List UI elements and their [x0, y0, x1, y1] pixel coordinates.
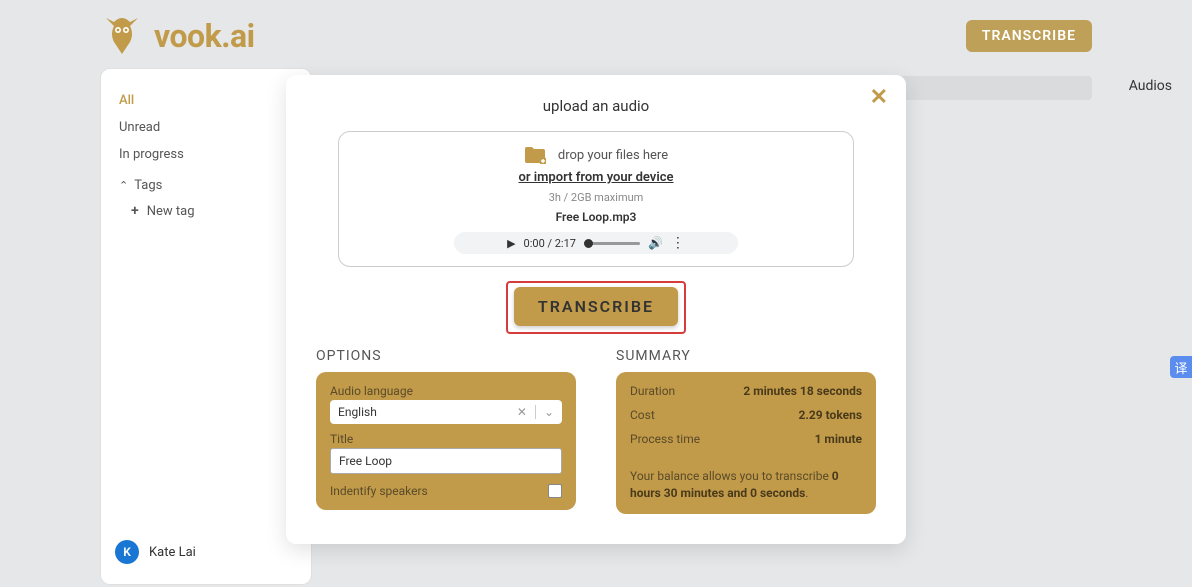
uploaded-filename: Free Loop.mp3: [359, 210, 832, 224]
sidebar-new-tag[interactable]: + New tag: [101, 199, 311, 223]
tags-label: Tags: [134, 178, 162, 193]
audio-time: 0:00 / 2:17: [524, 237, 576, 250]
dropzone[interactable]: drop your files here or import from your…: [338, 131, 853, 267]
tab-audios[interactable]: Audios: [1129, 78, 1172, 94]
clear-icon[interactable]: ✕: [517, 405, 527, 419]
process-time-label: Process time: [630, 432, 700, 446]
process-time-value: 1 minute: [815, 432, 862, 446]
close-icon[interactable]: ✕: [870, 87, 888, 109]
cost-label: Cost: [630, 408, 655, 422]
balance-text: Your balance allows you to transcribe 0 …: [630, 468, 862, 502]
language-select[interactable]: English ✕ ⌄: [330, 400, 562, 424]
drop-text: drop your files here: [558, 148, 668, 163]
sidebar-item-unread[interactable]: Unread: [101, 114, 311, 141]
sidebar-tags-toggle[interactable]: ⌃ Tags: [101, 172, 311, 199]
audio-player: ▶ 0:00 / 2:17 🔊 ⋮: [454, 232, 738, 254]
volume-icon[interactable]: 🔊: [648, 236, 663, 250]
user-account[interactable]: K Kate Lai: [101, 530, 311, 574]
identify-speakers-checkbox[interactable]: [548, 484, 562, 498]
new-tag-label: New tag: [147, 204, 195, 219]
options-panel: OPTIONS Audio language English ✕ ⌄ Title…: [316, 348, 576, 514]
transcribe-highlight-box: TRANSCRIBE: [316, 281, 876, 334]
title-input[interactable]: [330, 448, 562, 474]
import-link[interactable]: or import from your device: [519, 170, 674, 185]
transcribe-button-modal[interactable]: TRANSCRIBE: [514, 287, 678, 326]
owl-icon: [100, 14, 144, 58]
logo[interactable]: vook.ai: [100, 14, 255, 58]
transcribe-button-header[interactable]: TRANSCRIBE: [966, 20, 1092, 52]
user-name: Kate Lai: [149, 545, 196, 560]
avatar: K: [115, 540, 139, 564]
lang-label: Audio language: [330, 384, 562, 398]
sidebar-item-all[interactable]: All: [101, 87, 311, 114]
plus-icon: +: [131, 203, 139, 219]
audio-progress[interactable]: [584, 242, 640, 245]
chevron-up-icon: ⌃: [119, 179, 128, 192]
summary-panel: SUMMARY Duration 2 minutes 18 seconds Co…: [616, 348, 876, 514]
more-icon[interactable]: ⋮: [671, 236, 685, 250]
duration-label: Duration: [630, 384, 675, 398]
options-title: OPTIONS: [316, 348, 576, 364]
modal-panels: OPTIONS Audio language English ✕ ⌄ Title…: [316, 348, 876, 514]
sidebar-item-inprogress[interactable]: In progress: [101, 141, 311, 168]
modal-title: upload an audio: [316, 97, 876, 115]
cost-value: 2.29 tokens: [799, 408, 862, 422]
identify-speakers-label: Indentify speakers: [330, 484, 428, 498]
app-header: vook.ai TRANSCRIBE: [0, 0, 1192, 58]
folder-icon: [524, 146, 546, 164]
title-field-label: Title: [330, 432, 562, 446]
brand-text: vook.ai: [154, 17, 255, 55]
chevron-down-icon[interactable]: ⌄: [544, 405, 554, 419]
duration-value: 2 minutes 18 seconds: [743, 384, 862, 398]
sidebar: All Unread In progress ⌃ Tags + New tag …: [100, 68, 312, 585]
language-value: English: [338, 405, 377, 419]
play-icon[interactable]: ▶: [507, 237, 515, 250]
translate-widget[interactable]: 译: [1170, 356, 1192, 378]
summary-title: SUMMARY: [616, 348, 876, 364]
upload-modal: ✕ upload an audio drop your files here o…: [286, 75, 906, 544]
limit-text: 3h / 2GB maximum: [359, 191, 832, 204]
